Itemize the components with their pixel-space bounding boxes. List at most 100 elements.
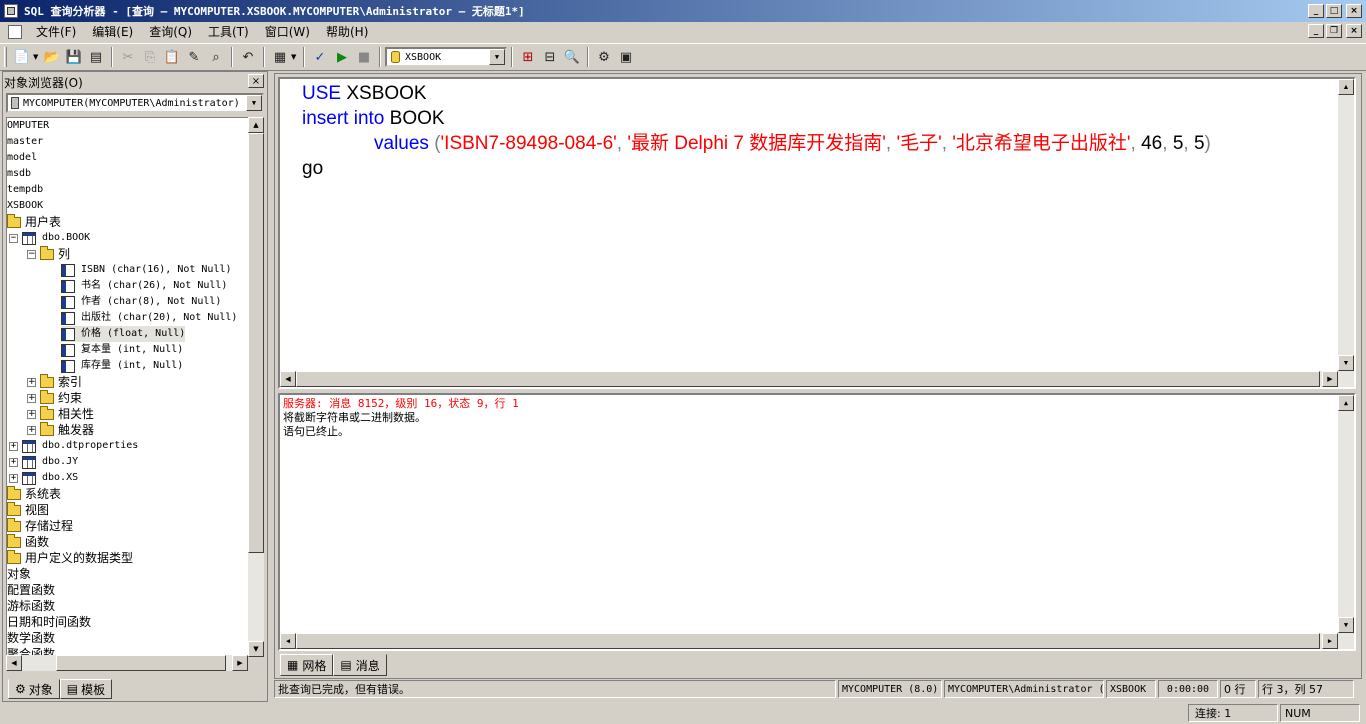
collapse-icon[interactable]: − — [9, 233, 18, 243]
tab-objects[interactable]: ⚙ 对象 — [8, 679, 60, 699]
tree-item[interactable]: XSBOOK — [7, 198, 43, 214]
expand-icon[interactable]: + — [27, 377, 36, 387]
scroll-down-icon[interactable]: ▼ — [1338, 355, 1354, 371]
tree-item[interactable]: 用户表 — [7, 213, 61, 230]
menu-tools[interactable]: 工具(T) — [200, 23, 257, 41]
tree-item[interactable]: ISBN (char(16), Not Null) — [61, 262, 232, 278]
chevron-down-icon[interactable]: ▼ — [489, 49, 505, 65]
tree-item[interactable]: 视图 — [7, 501, 49, 518]
tree-item[interactable]: − dbo.BOOK — [9, 230, 90, 246]
scroll-up-icon[interactable]: ▲ — [1338, 395, 1354, 411]
tree-item[interactable]: − 列 — [27, 245, 70, 262]
tree-item[interactable]: 数学函数 — [7, 630, 55, 646]
find-icon[interactable]: ⌕ — [205, 46, 227, 68]
query-editor[interactable]: USE XSBOOK insert into BOOK values ('ISB… — [278, 77, 1356, 389]
tree-item[interactable]: 库存量 (int, Null) — [61, 358, 183, 374]
tree-item[interactable]: 游标函数 — [7, 598, 55, 614]
scroll-right-icon[interactable]: ▶ — [232, 655, 248, 671]
expand-icon[interactable]: + — [9, 457, 18, 467]
menu-query[interactable]: 查询(Q) — [141, 23, 200, 41]
tab-messages[interactable]: ▤ 消息 — [333, 654, 387, 676]
tree-horizontal-scrollbar[interactable]: ◀ ▶ — [6, 655, 248, 671]
scroll-down-icon[interactable]: ▼ — [248, 641, 264, 657]
tree-item[interactable]: 对象 — [7, 566, 31, 582]
tree-item-selected[interactable]: 价格 (float, Null) — [61, 326, 186, 342]
chevron-down-icon[interactable]: ▼ — [246, 95, 262, 111]
scroll-left-icon[interactable]: ◀ — [280, 371, 296, 387]
expand-icon[interactable]: + — [27, 393, 36, 403]
new-dropdown-icon[interactable]: ▼ — [33, 53, 41, 61]
tree-item[interactable]: 配置函数 — [7, 582, 55, 598]
tree-item[interactable]: 用户定义的数据类型 — [7, 549, 133, 566]
tab-templates[interactable]: ▤ 模板 — [59, 679, 113, 699]
server-select[interactable]: MYCOMPUTER(MYCOMPUTER\Administrator) ▼ — [6, 93, 264, 113]
database-select[interactable]: XSBOOK ▼ — [385, 47, 507, 67]
tree-item[interactable]: msdb — [7, 166, 31, 182]
scroll-up-icon[interactable]: ▲ — [248, 117, 264, 133]
object-search-icon[interactable]: 🔍 — [561, 46, 583, 68]
execute-query-icon[interactable]: ▶ — [331, 46, 353, 68]
execution-plan-icon[interactable]: ⊞ — [517, 46, 539, 68]
menu-window[interactable]: 窗口(W) — [257, 23, 318, 41]
messages-pane[interactable]: 服务器: 消息 8152，级别 16，状态 9，行 1 将截断字符串或二进制数据… — [278, 393, 1356, 651]
messages-vertical-scrollbar[interactable]: ▲ ▼ — [1338, 395, 1354, 633]
tree-item[interactable]: + 相关性 — [27, 405, 94, 422]
scroll-up-icon[interactable]: ▲ — [1338, 79, 1354, 95]
tree-item[interactable]: + 索引 — [27, 373, 82, 390]
scroll-thumb[interactable] — [56, 655, 226, 671]
menu-edit[interactable]: 编辑(E) — [84, 23, 141, 41]
open-icon[interactable]: 📂 — [41, 46, 63, 68]
scroll-down-icon[interactable]: ▼ — [1338, 617, 1354, 633]
close-panel-icon[interactable]: × — [248, 74, 264, 88]
scroll-left-icon[interactable]: ◀ — [280, 633, 296, 649]
menu-help[interactable]: 帮助(H) — [318, 23, 376, 41]
tree-item[interactable]: 出版社 (char(20), Not Null) — [61, 310, 237, 326]
results-mode-icon[interactable]: ▦ — [269, 46, 291, 68]
scroll-thumb[interactable] — [248, 133, 264, 553]
show-results-pane-icon[interactable]: ▣ — [615, 46, 637, 68]
scroll-left-icon[interactable]: ◀ — [6, 655, 22, 671]
tree-item[interactable]: 作者 (char(8), Not Null) — [61, 294, 221, 310]
tree-item[interactable]: master — [7, 134, 43, 150]
scroll-right-icon[interactable]: ▶ — [1322, 371, 1338, 387]
cancel-query-icon[interactable]: ■ — [353, 46, 375, 68]
expand-icon[interactable]: + — [27, 425, 36, 435]
tree-item[interactable]: + dbo.XS — [9, 470, 78, 486]
mdi-close-button[interactable]: × — [1346, 24, 1362, 38]
tree-item[interactable]: OMPUTER — [7, 118, 49, 134]
scroll-thumb[interactable] — [296, 633, 1320, 649]
maximize-button[interactable]: □ — [1326, 4, 1342, 18]
editor-vertical-scrollbar[interactable]: ▲ ▼ — [1338, 79, 1354, 371]
collapse-icon[interactable]: − — [27, 249, 36, 259]
tree-vertical-scrollbar[interactable]: ▲ ▼ — [248, 117, 264, 657]
tree-item[interactable]: 系统表 — [7, 485, 61, 502]
cut-icon[interactable]: ✂ — [117, 46, 139, 68]
expand-icon[interactable]: + — [27, 409, 36, 419]
save-icon[interactable]: 💾 — [63, 46, 85, 68]
tree-item[interactable]: + 约束 — [27, 389, 82, 406]
tree-item[interactable]: model — [7, 150, 37, 166]
editor-horizontal-scrollbar[interactable]: ◀ ▶ — [280, 371, 1354, 387]
tree-item[interactable]: 复本量 (int, Null) — [61, 342, 183, 358]
connection-properties-icon[interactable]: ⚙ — [593, 46, 615, 68]
tree-item[interactable]: + 触发器 — [27, 421, 94, 438]
tree-item[interactable]: 日期和时间函数 — [7, 614, 91, 630]
scroll-thumb[interactable] — [296, 371, 1320, 387]
undo-icon[interactable]: ↶ — [237, 46, 259, 68]
new-query-icon[interactable]: 📄 — [11, 46, 33, 68]
expand-icon[interactable]: + — [9, 473, 18, 483]
tree-item[interactable]: 函数 — [7, 533, 49, 550]
tree-item[interactable]: 存储过程 — [7, 517, 73, 534]
tree-item[interactable]: + dbo.JY — [9, 454, 78, 470]
results-dropdown-icon[interactable]: ▼ — [291, 53, 299, 61]
parse-query-icon[interactable]: ✓ — [309, 46, 331, 68]
minimize-button[interactable]: _ — [1308, 4, 1324, 18]
tab-grid[interactable]: ▦ 网格 — [280, 654, 334, 676]
mdi-restore-button[interactable]: ❐ — [1326, 24, 1342, 38]
tree-item[interactable]: + dbo.dtproperties — [9, 438, 138, 454]
expand-icon[interactable]: + — [9, 441, 18, 451]
tree-item[interactable]: tempdb — [7, 182, 43, 198]
paste-icon[interactable]: 📋 — [161, 46, 183, 68]
insert-template-icon[interactable]: ▤ — [85, 46, 107, 68]
clear-window-icon[interactable]: ✎ — [183, 46, 205, 68]
